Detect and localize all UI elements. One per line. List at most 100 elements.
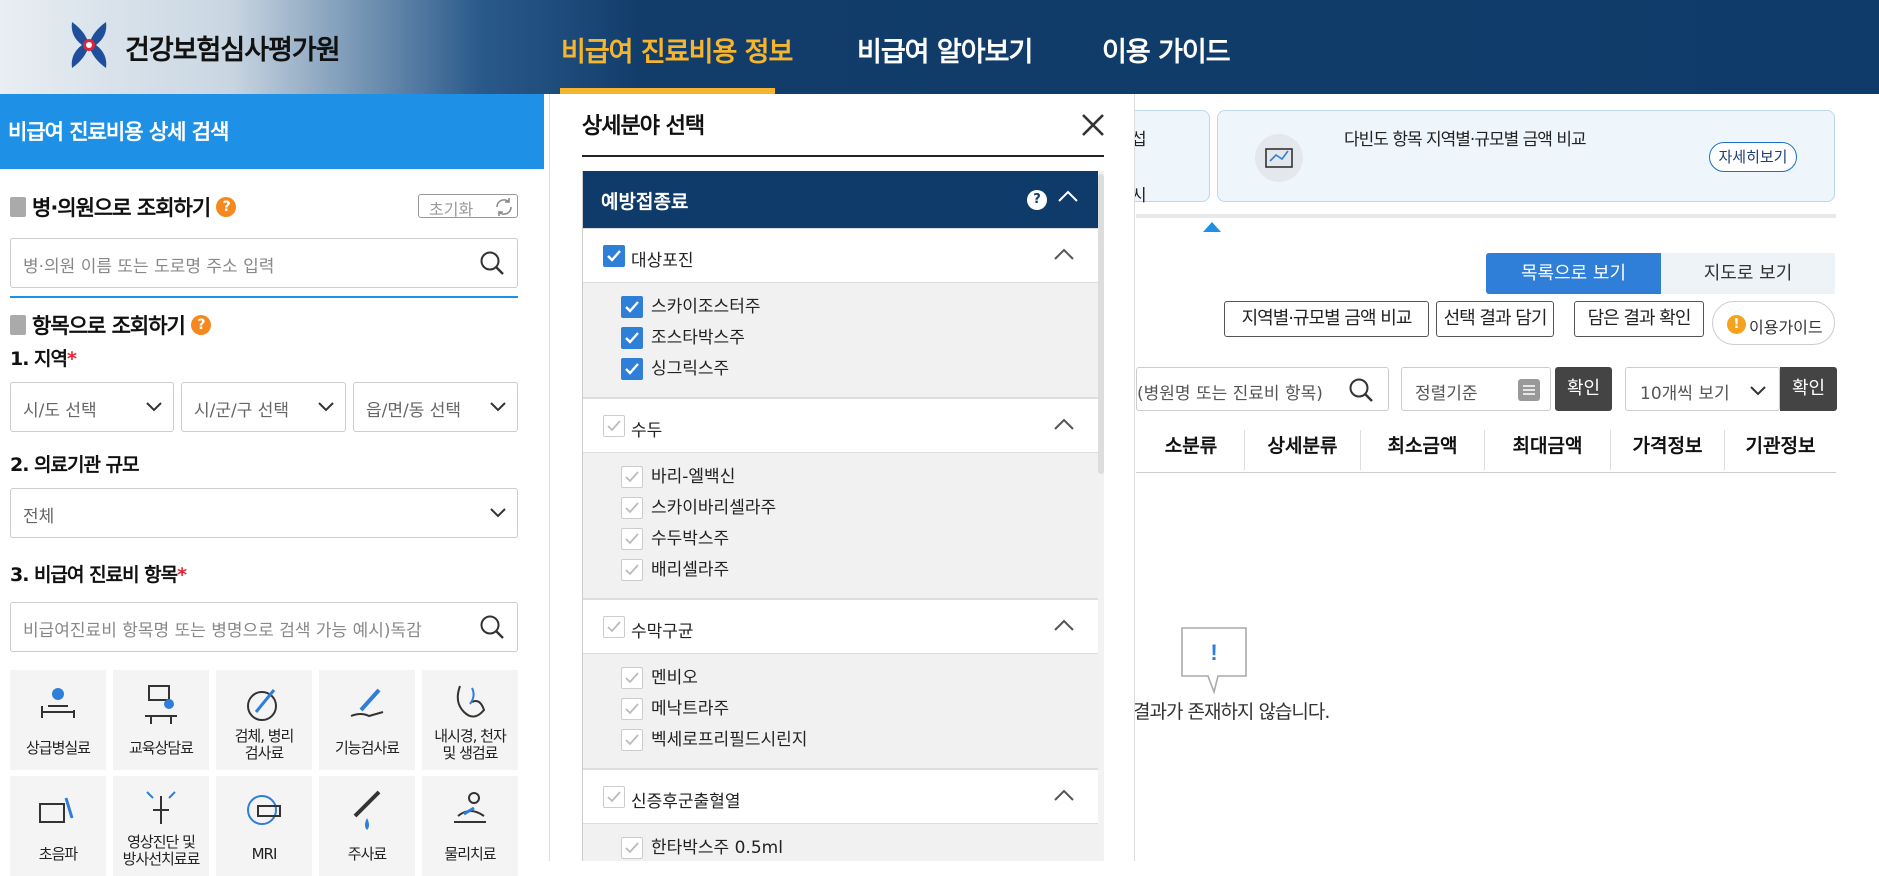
search-icon[interactable] [479, 250, 505, 276]
eupmyeondong-select[interactable]: 읍/면/동 선택 [353, 382, 518, 432]
checkbox-checked[interactable] [603, 245, 625, 267]
checkbox-unchecked[interactable] [621, 837, 643, 859]
sido-value: 시/도 선택 [23, 401, 97, 421]
result-search-input[interactable]: (병원명 또는 진료비 항목) [1136, 367, 1389, 411]
help-icon[interactable]: ? [190, 315, 211, 335]
scale-select[interactable]: 전체 [10, 488, 518, 538]
divider [10, 296, 518, 298]
search-panel-title: 비급여 진료비용 상세 검색 [0, 94, 544, 169]
checkbox-unchecked[interactable] [603, 616, 625, 638]
category-header[interactable]: 예방접종료 ? [583, 171, 1098, 228]
region-compare-button[interactable]: 지역별·규모별 금액 비교 [1224, 301, 1429, 337]
frequent-items-text: 다빈도 항목 지역별·규모별 금액 비교 [1344, 130, 1587, 150]
nav-noncovered-cost[interactable]: 비급여 진료비용 정보 [561, 30, 793, 69]
more-button[interactable]: 자세히보기 [1709, 142, 1797, 172]
map-view-button[interactable]: 지도로 보기 [1661, 253, 1835, 294]
nav-usage-guide[interactable]: 이용 가이드 [1102, 30, 1231, 69]
column-header-min[interactable]: 최소금액 [1361, 424, 1484, 474]
item-label: 바리-엘백신 [651, 467, 736, 487]
scrollbar-thumb[interactable] [1098, 174, 1104, 474]
checkbox-checked[interactable] [621, 358, 643, 380]
scale-value: 전체 [23, 507, 55, 527]
scale-label: 2. 의료기관 규모 [10, 454, 140, 476]
usage-guide-button[interactable]: ! 이용가이드 [1712, 301, 1835, 345]
list-item[interactable]: 배리셀라주 [621, 559, 729, 581]
logo-icon[interactable] [66, 18, 112, 72]
chevron-up-icon[interactable] [1053, 247, 1075, 261]
sort-confirm-button[interactable]: 확인 [1555, 367, 1612, 411]
checkbox-unchecked[interactable] [621, 559, 643, 581]
category-mri[interactable]: MRI [216, 776, 312, 876]
column-header-institution[interactable]: 기관정보 [1725, 424, 1836, 474]
category-consult[interactable]: 교육상담료 [113, 670, 209, 770]
chevron-up-icon[interactable] [1053, 618, 1075, 632]
checkbox-checked[interactable] [621, 296, 643, 318]
column-header-detail[interactable]: 상세분류 [1245, 424, 1360, 474]
group-header[interactable]: 수두 [583, 398, 1098, 453]
list-item[interactable]: 수두박스주 [621, 528, 729, 550]
list-item[interactable]: 한타박스주 0.5ml [621, 837, 783, 859]
list-item[interactable]: 메낙트라주 [621, 698, 729, 720]
checkbox-unchecked[interactable] [621, 466, 643, 488]
list-item[interactable]: 멘비오 [621, 667, 698, 689]
chevron-up-icon[interactable] [1053, 788, 1075, 802]
category-injection[interactable]: 주사료 [319, 776, 415, 876]
category-specimen[interactable]: 검체, 병리 검사료 [216, 670, 312, 770]
category-physio[interactable]: 물리치료 [422, 776, 518, 876]
category-imaging[interactable]: 영상진단 및 방사선치료료 [113, 776, 209, 876]
chevron-up-icon[interactable] [1057, 189, 1079, 203]
sigungu-select[interactable]: 시/군/구 선택 [181, 382, 346, 432]
item-search-input[interactable]: 비급여진료비 항목명 또는 병명으로 검색 가능 예시)독감 [10, 602, 518, 652]
check-icon [625, 564, 639, 576]
checkbox-unchecked[interactable] [621, 729, 643, 751]
category-function[interactable]: 기능검사료 [319, 670, 415, 770]
list-item[interactable]: 바리-엘백신 [621, 466, 735, 488]
sido-select[interactable]: 시/도 선택 [10, 382, 174, 432]
item-label: 싱그릭스주 [651, 359, 730, 379]
close-icon[interactable] [1080, 112, 1106, 138]
search-icon[interactable] [479, 614, 505, 640]
group-name: 수막구균 [631, 622, 694, 642]
list-item[interactable]: 싱그릭스주 [621, 358, 729, 380]
check-icon [625, 533, 639, 545]
column-header-price[interactable]: 가격정보 [1611, 424, 1724, 474]
column-header-subcategory[interactable]: 소분류 [1136, 424, 1246, 474]
list-item[interactable]: 스카이조스터주 [621, 296, 760, 318]
nav-noncovered-learn[interactable]: 비급여 알아보기 [857, 30, 1033, 69]
hospital-search-input[interactable]: 병·의원 이름 또는 도로명 주소 입력 [10, 238, 518, 288]
sigungu-value: 시/군/구 선택 [194, 401, 290, 421]
checkbox-unchecked[interactable] [621, 698, 643, 720]
checkbox-unchecked[interactable] [603, 415, 625, 437]
brand-name[interactable]: 건강보험심사평가원 [125, 28, 341, 67]
sort-select[interactable]: 정렬기준 [1401, 367, 1551, 411]
list-item[interactable]: 벡세로프리필드시린지 [621, 729, 807, 751]
category-ultrasound[interactable]: 초음파 [10, 776, 106, 876]
checkbox-unchecked[interactable] [621, 667, 643, 689]
reset-button[interactable]: 초기화 [418, 194, 518, 219]
checkbox-unchecked[interactable] [621, 497, 643, 519]
group-header[interactable]: 신증후군출혈열 [583, 769, 1098, 824]
list-view-button[interactable]: 목록으로 보기 [1486, 253, 1661, 294]
list-icon [1518, 379, 1540, 401]
chevron-down-icon [146, 402, 162, 412]
list-item[interactable]: 조스타박스주 [621, 327, 745, 349]
save-selection-button[interactable]: 선택 결과 담기 [1436, 301, 1554, 337]
checkbox-unchecked[interactable] [621, 528, 643, 550]
modal-scroll-area[interactable]: 예방접종료 ? 대상포진 스카이조스터주 조스타박스주 싱그릭스주 수두 바리-… [582, 171, 1098, 861]
search-icon[interactable] [1348, 377, 1374, 403]
checkbox-checked[interactable] [621, 327, 643, 349]
view-saved-button[interactable]: 담은 결과 확인 [1574, 301, 1704, 337]
category-endoscope[interactable]: 내시경, 천자 및 생검료 [422, 670, 518, 770]
item-search-label: 항목으로 조회하기 [32, 314, 186, 338]
help-icon[interactable]: ? [216, 197, 237, 217]
chevron-up-icon[interactable] [1053, 417, 1075, 431]
group-header[interactable]: 대상포진 [583, 228, 1098, 283]
list-item[interactable]: 스카이바리셀라주 [621, 497, 776, 519]
category-room[interactable]: 상급병실료 [10, 670, 106, 770]
help-icon[interactable]: ? [1027, 190, 1047, 210]
group-header[interactable]: 수막구균 [583, 599, 1098, 654]
checkbox-unchecked[interactable] [603, 786, 625, 808]
column-header-max[interactable]: 최대금액 [1485, 424, 1610, 474]
page-size-confirm-button[interactable]: 확인 [1780, 367, 1837, 411]
page-size-select[interactable]: 10개씩 보기 [1625, 367, 1780, 411]
